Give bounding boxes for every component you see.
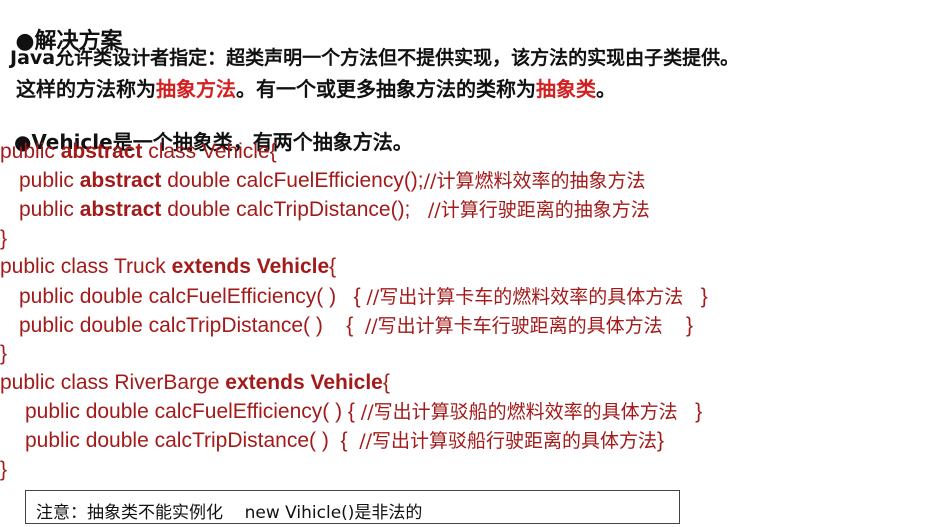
- code-keyword: abstract: [60, 140, 143, 163]
- note-box: 注意：抽象类不能实例化 new Vihicle()是非法的: [25, 490, 680, 524]
- code-vehicle-declaration: public abstract class Vehicle{: [0, 141, 277, 162]
- highlight-abstract-method: 抽象方法: [156, 77, 236, 101]
- code-text: public class RiverBarge: [0, 371, 226, 394]
- code-text: }: [662, 314, 694, 337]
- code-comment: //写出计算驳船的燃料效率的具体方法: [360, 401, 678, 423]
- code-comment: //计算燃料效率的抽象方法: [423, 170, 646, 192]
- code-text: public double calcTripDistance( ) {: [25, 429, 360, 452]
- code-text: }: [677, 400, 703, 423]
- paragraph-text: 。: [596, 77, 616, 101]
- code-text: double calcFuelEfficiency();: [161, 169, 424, 192]
- code-truck-declaration: public class Truck extends Vehicle{: [0, 256, 336, 277]
- code-riverbarge-declaration: public class RiverBarge extends Vehicle{: [0, 372, 390, 393]
- code-text: {: [382, 371, 390, 394]
- code-truck-close: }: [0, 342, 8, 365]
- note-text: 注意：抽象类不能实例化 new Vihicle()是非法的: [36, 503, 423, 523]
- code-text: public double calcTripDistance( ) {: [19, 314, 365, 337]
- code-text: }: [683, 285, 708, 308]
- code-text: {: [329, 255, 337, 278]
- code-text: }: [657, 429, 665, 452]
- code-text: public: [19, 198, 80, 221]
- code-vehicle-close: }: [0, 227, 8, 250]
- code-text: double calcTripDistance();: [161, 198, 428, 221]
- code-keyword: abstract: [79, 169, 162, 192]
- highlight-abstract-class: 抽象类: [536, 77, 596, 101]
- code-text: public: [19, 169, 80, 192]
- code-text: public class Truck: [0, 255, 172, 278]
- code-truck-method-2: public double calcTripDistance( ) { //写出…: [19, 315, 693, 336]
- paragraph-text: 。有一个或更多抽象方法的类称为: [236, 77, 536, 101]
- code-comment: //写出计算驳船行驶距离的具体方法: [359, 430, 658, 452]
- code-keyword: abstract: [79, 198, 162, 221]
- code-riverbarge-method-2: public double calcTripDistance( ) { //写出…: [25, 430, 664, 451]
- code-comment: //写出计算卡车行驶距离的具体方法: [364, 315, 663, 337]
- code-text: public double calcFuelEfficiency( ) {: [25, 400, 361, 423]
- code-comment: //计算行驶距离的抽象方法: [427, 199, 650, 221]
- code-vehicle-method-2: public abstract double calcTripDistance(…: [19, 199, 650, 220]
- code-keyword: extends Vehicle: [171, 255, 330, 278]
- code-truck-method-1: public double calcFuelEfficiency( ) { //…: [19, 286, 708, 307]
- code-riverbarge-close: }: [0, 458, 8, 481]
- code-riverbarge-method-1: public double calcFuelEfficiency( ) { //…: [25, 401, 702, 422]
- paragraph-line-1: Java允许类设计者指定：超类声明一个方法但不提供实现，该方法的实现由子类提供。: [10, 47, 740, 69]
- code-text: class Vehicle{: [142, 140, 277, 163]
- code-text: public: [0, 140, 61, 163]
- code-keyword: extends Vehicle: [225, 371, 383, 394]
- paragraph-line-2: 这样的方法称为抽象方法。有一个或更多抽象方法的类称为抽象类。: [16, 79, 616, 99]
- code-text: public double calcFuelEfficiency( ) {: [19, 285, 367, 308]
- paragraph-text: 这样的方法称为: [16, 77, 156, 101]
- code-comment: //写出计算卡车的燃料效率的具体方法: [366, 286, 684, 308]
- code-vehicle-method-1: public abstract double calcFuelEfficienc…: [19, 170, 645, 191]
